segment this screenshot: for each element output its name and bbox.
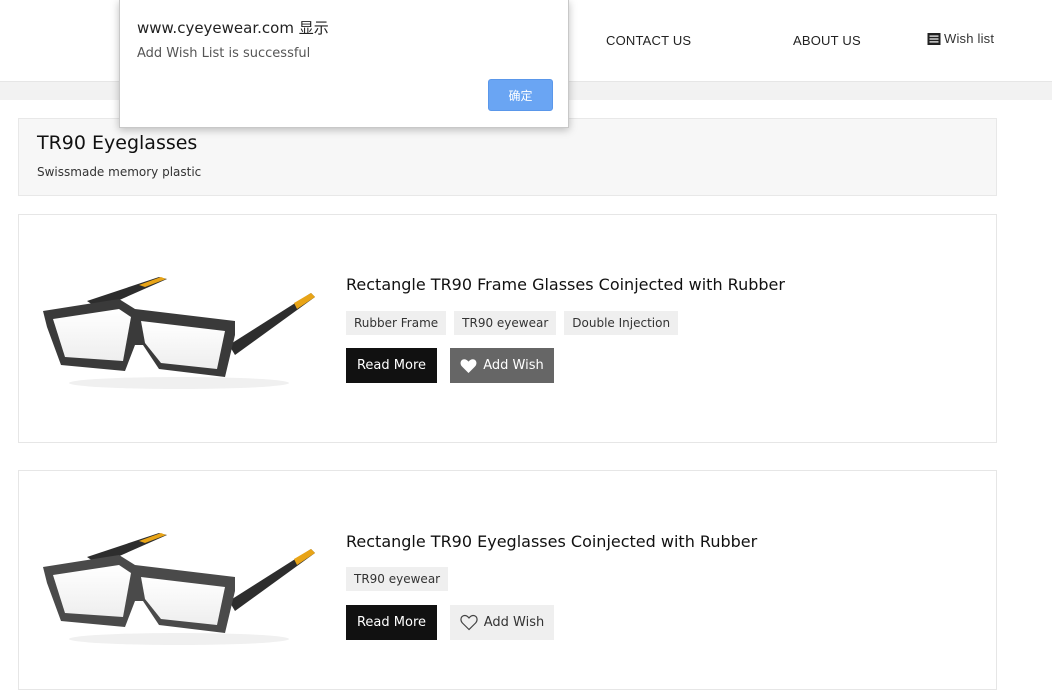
- tag-item[interactable]: Double Injection: [564, 311, 679, 335]
- wish-list-label: Wish list: [944, 31, 995, 46]
- dialog-title: www.cyeyewear.com 显示: [137, 19, 329, 37]
- product-card: Rectangle TR90 Frame Glasses Coinjected …: [18, 214, 997, 443]
- add-wish-button[interactable]: Add Wish: [450, 348, 554, 383]
- product-card: Rectangle TR90 Eyeglasses Coinjected wit…: [18, 470, 997, 690]
- product-tags: TR90 eyewear: [346, 567, 449, 591]
- read-more-button[interactable]: Read More: [346, 605, 437, 640]
- dialog-message: Add Wish List is successful: [137, 46, 311, 61]
- product-image-glasses[interactable]: [39, 521, 319, 651]
- category-subtitle: Swissmade memory plastic: [37, 165, 202, 179]
- read-more-button[interactable]: Read More: [346, 348, 437, 383]
- category-banner: TR90 Eyeglasses Swissmade memory plastic: [18, 118, 997, 196]
- product-image-glasses[interactable]: [39, 265, 319, 395]
- dialog-ok-button[interactable]: 确定: [488, 79, 553, 111]
- product-title[interactable]: Rectangle TR90 Frame Glasses Coinjected …: [346, 275, 785, 294]
- product-actions: Read More Add Wish: [346, 605, 554, 640]
- nav-about-us[interactable]: ABOUT US: [793, 33, 861, 48]
- heart-icon: [460, 358, 477, 373]
- heart-outline-icon: [460, 614, 478, 631]
- tag-item[interactable]: Rubber Frame: [346, 311, 447, 335]
- category-title: TR90 Eyeglasses: [37, 132, 198, 154]
- list-icon: [927, 32, 941, 45]
- add-wish-label: Add Wish: [483, 615, 545, 630]
- product-title[interactable]: Rectangle TR90 Eyeglasses Coinjected wit…: [346, 532, 757, 551]
- add-wish-button[interactable]: Add Wish: [450, 605, 554, 640]
- product-actions: Read More Add Wish: [346, 348, 554, 383]
- tag-item[interactable]: TR90 eyewear: [346, 567, 449, 591]
- product-tags: Rubber Frame TR90 eyewear Double Injecti…: [346, 311, 679, 335]
- nav-contact-us[interactable]: CONTACT US: [606, 33, 691, 48]
- nav-wish-list[interactable]: Wish list: [927, 31, 994, 46]
- alert-dialog: www.cyeyewear.com 显示 Add Wish List is su…: [119, 0, 569, 128]
- add-wish-label: Add Wish: [483, 358, 544, 373]
- tag-item[interactable]: TR90 eyewear: [454, 311, 557, 335]
